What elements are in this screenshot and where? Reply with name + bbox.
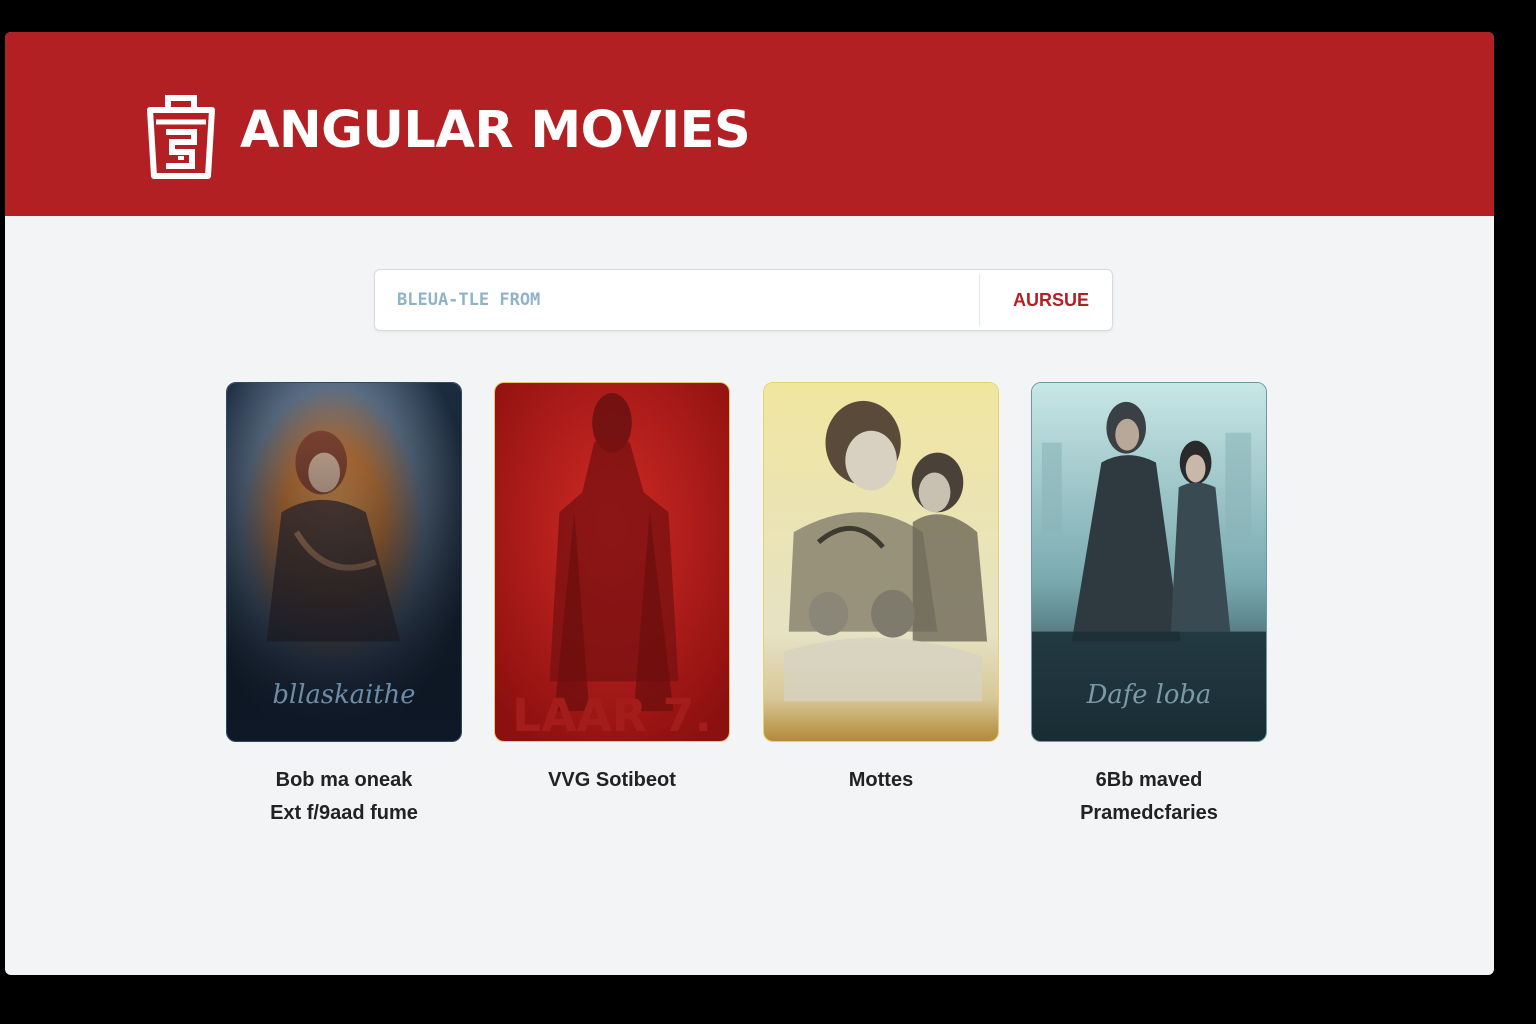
movie-title-line: Mottes (848, 769, 914, 791)
poster-title-text: LAAR 7. (512, 689, 712, 741)
movie-poster[interactable]: bllaskaithe (226, 382, 462, 742)
movie-title[interactable]: 6Bb maved Pramedcfaries (1019, 764, 1279, 830)
brand-title[interactable]: ANGULAR MOVIES (240, 96, 751, 166)
movie-title[interactable]: VVG Sotibeot (482, 764, 742, 797)
movie-title-line: Bob ma oneak (275, 769, 413, 791)
shopping-bag-logo-icon[interactable] (142, 92, 220, 182)
movie-title[interactable]: Bob ma oneak Ext f/9aad fume (214, 764, 474, 830)
poster-title-text: bllaskaithe (273, 680, 416, 710)
movie-poster-image: LAAR 7. (495, 383, 729, 741)
movie-poster-image (764, 383, 998, 741)
app-window: ANGULAR MOVIES AURSUE (5, 32, 1494, 975)
movie-title-line: 6Bb maved (1095, 769, 1203, 791)
search-button[interactable]: AURSUE (995, 274, 1107, 326)
movie-poster[interactable]: Dafe loba (1031, 382, 1267, 742)
poster-title-text: Dafe loba (1086, 680, 1212, 710)
movie-title-line: VVG Sotibeot (548, 769, 676, 791)
search-input[interactable] (379, 274, 980, 326)
movie-poster[interactable] (763, 382, 999, 742)
search-bar: AURSUE (374, 269, 1113, 331)
movie-poster-image: Dafe loba (1032, 383, 1266, 741)
movie-title-line: Pramedcfaries (1080, 802, 1218, 824)
movie-poster[interactable]: LAAR 7. (494, 382, 730, 742)
movie-poster-image: bllaskaithe (227, 383, 461, 741)
movie-title[interactable]: Mottes (751, 764, 1011, 797)
movie-title-line: Ext f/9aad fume (270, 802, 418, 824)
site-header: ANGULAR MOVIES (5, 32, 1494, 216)
